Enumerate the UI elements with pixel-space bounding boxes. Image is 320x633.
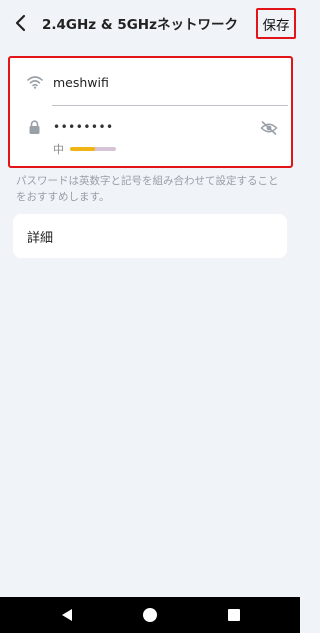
password-strength-bar [70,147,116,151]
nav-recent-icon[interactable] [228,609,240,621]
lock-icon [29,120,40,134]
save-button[interactable]: 保存 [256,8,296,39]
back-arrow-icon [15,14,26,32]
android-nav-bar [0,597,300,633]
wifi-icon [27,76,43,89]
password-strength-label: 中 [53,143,64,156]
header: 2.4GHz & 5GHzネットワーク 保存 [0,0,300,46]
details-row[interactable]: 詳細 [13,214,287,258]
password-strength-fill [70,147,96,151]
password-input[interactable]: •••••••• [53,120,114,134]
network-settings-card: meshwifi •••••••• 中 [8,56,293,168]
nav-back-icon[interactable] [60,608,74,622]
back-button[interactable] [8,10,34,36]
page-title: 2.4GHz & 5GHzネットワーク [42,17,238,33]
nav-home-icon[interactable] [143,608,157,622]
ssid-input[interactable]: meshwifi [53,75,109,90]
password-hint: パスワードは英数字と記号を組み合わせて設定することをおすすめします。 [16,175,279,203]
ssid-underline [52,105,288,106]
screen: 2.4GHz & 5GHzネットワーク 保存 meshwifi ••••••••… [0,0,300,633]
details-label: 詳細 [27,230,54,246]
eye-off-icon[interactable] [260,120,278,136]
